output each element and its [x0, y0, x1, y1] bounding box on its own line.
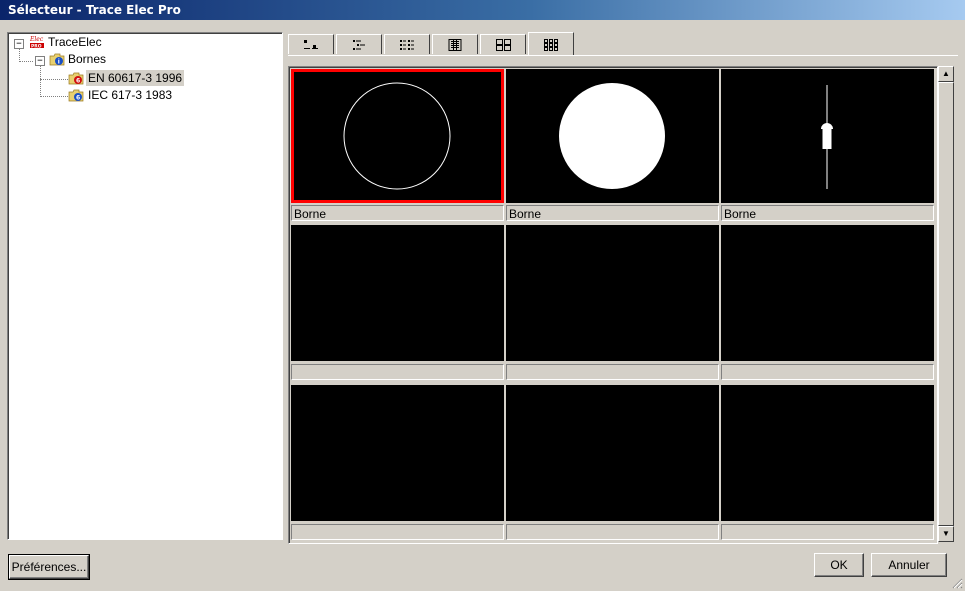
tree-connector [19, 61, 33, 62]
symbol-grid: Borne Borne Borne [288, 66, 938, 544]
symbol-preview-empty[interactable] [506, 225, 719, 361]
preferences-button[interactable]: Préférences... [8, 554, 90, 580]
library-tree[interactable]: − Elec PRO TraceElec − i Bornes 6 EN 606… [7, 32, 283, 540]
symbol-preview-empty[interactable] [291, 385, 504, 521]
symbol-caption: Borne [721, 205, 934, 221]
symbol-caption: Borne [506, 205, 719, 221]
symbol-preview-empty[interactable] [721, 385, 934, 521]
svg-text:Elec: Elec [29, 36, 44, 43]
tree-group-label[interactable]: Bornes [66, 51, 108, 67]
symbol-caption [721, 364, 934, 380]
symbol-caption [291, 524, 504, 540]
tree-root-label[interactable]: TraceElec [46, 34, 104, 50]
symbol-preview-fuse-terminal[interactable] [721, 69, 934, 203]
svg-text:6: 6 [76, 95, 80, 102]
scroll-up-icon[interactable]: ▲ [938, 66, 954, 82]
tree-item-en-60617[interactable]: EN 60617-3 1996 [86, 70, 185, 86]
library-blue-icon: 6 [68, 89, 84, 102]
svg-text:PRO: PRO [31, 44, 42, 50]
svg-text:6: 6 [76, 78, 80, 85]
scroll-thumb[interactable] [938, 82, 954, 526]
symbol-caption [506, 364, 719, 380]
view-tree-list-icon[interactable] [336, 34, 382, 54]
view-large-icons-icon[interactable] [480, 34, 526, 54]
symbol-caption: Borne [291, 205, 504, 221]
view-columns-icon[interactable] [432, 34, 478, 54]
symbol-preview-empty[interactable] [506, 385, 719, 521]
tab-panel-edge [288, 55, 958, 56]
tree-item-iec-617[interactable]: IEC 617-3 1983 [86, 87, 174, 103]
symbol-preview-circle-filled[interactable] [506, 69, 719, 203]
symbol-caption [506, 524, 719, 540]
view-mode-tabs [288, 32, 958, 56]
circle-outline-symbol [343, 82, 451, 190]
symbol-caption [721, 524, 934, 540]
library-red-icon: 6 [68, 72, 84, 85]
circle-filled-symbol [559, 83, 665, 189]
view-small-icons-icon[interactable] [528, 32, 574, 56]
tree-connector [19, 48, 20, 62]
window-title: Sélecteur - Trace Elec Pro [8, 3, 181, 17]
symbol-preview-empty[interactable] [291, 225, 504, 361]
view-large-list-icon[interactable] [288, 34, 334, 54]
tree-connector [40, 79, 68, 80]
symbol-caption [291, 364, 504, 380]
tree-connector [40, 65, 41, 97]
ok-button[interactable]: OK [814, 553, 864, 577]
cancel-button[interactable]: Annuler [871, 553, 947, 577]
folder-info-icon: i [49, 53, 65, 66]
title-bar: Sélecteur - Trace Elec Pro [0, 0, 965, 20]
elec-pro-logo-icon: Elec PRO [29, 36, 44, 50]
tree-connector [40, 96, 68, 97]
svg-text:i: i [58, 59, 60, 66]
resize-grip-icon[interactable] [951, 577, 963, 589]
scroll-down-icon[interactable]: ▼ [938, 526, 954, 542]
fuse-terminal-symbol [821, 85, 833, 189]
symbol-preview-circle-outline[interactable] [291, 69, 504, 203]
view-detail-list-icon[interactable] [384, 34, 430, 54]
vertical-scrollbar[interactable]: ▲ ▼ [938, 66, 954, 542]
symbol-preview-empty[interactable] [721, 225, 934, 361]
